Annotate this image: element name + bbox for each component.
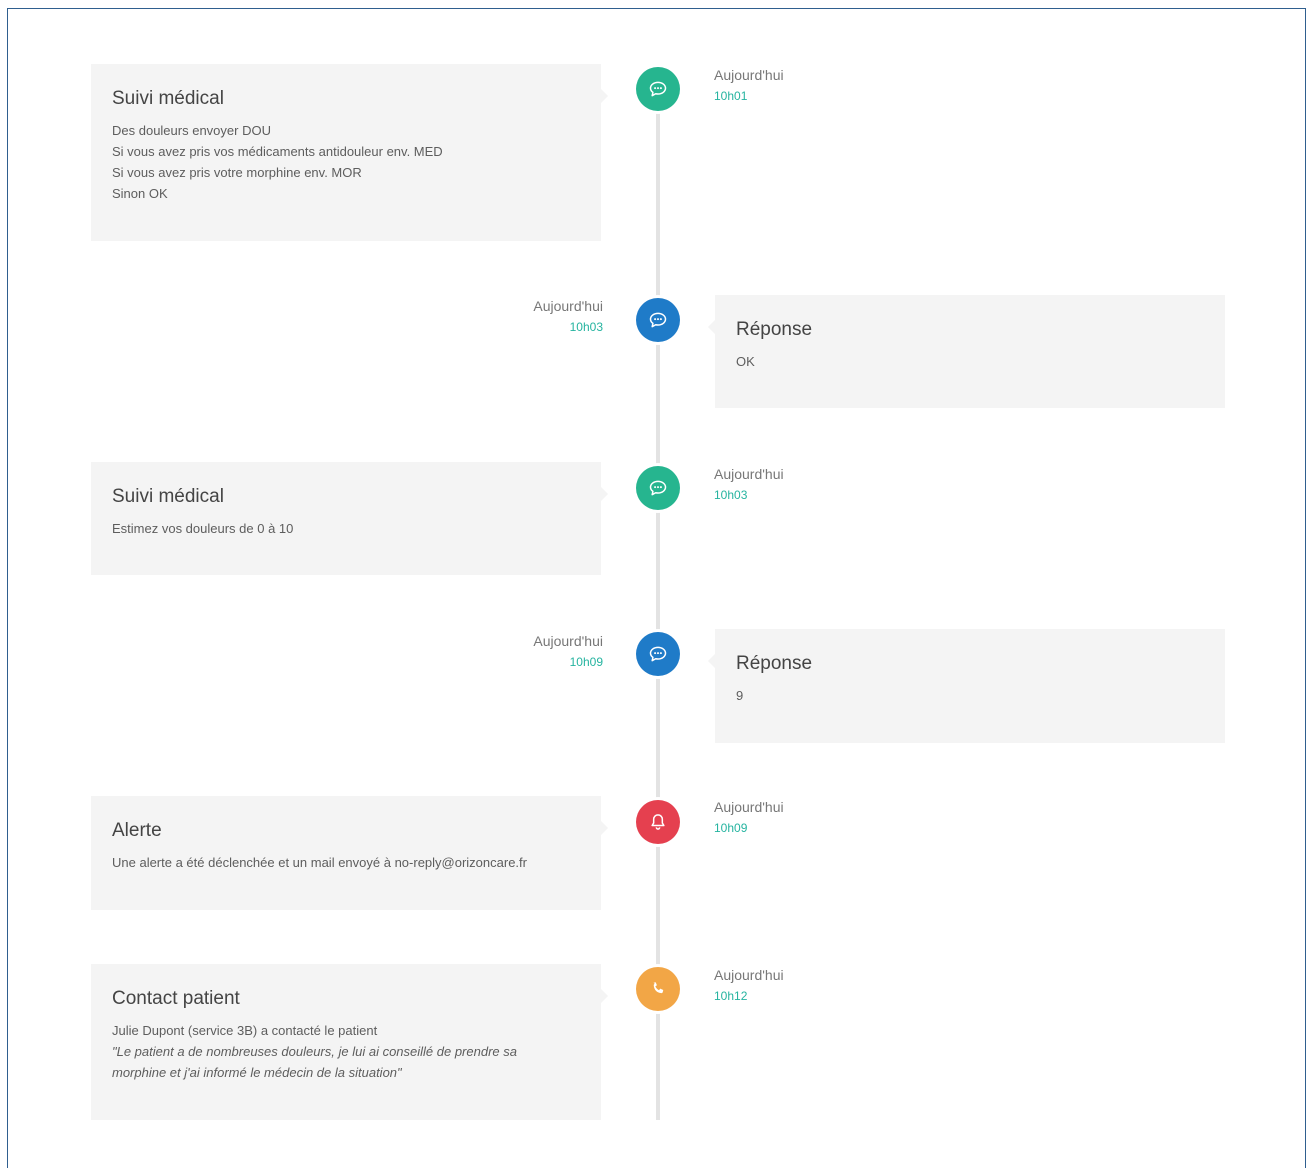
- event-hour: 10h12: [714, 989, 748, 1003]
- event-title: Suivi médical: [112, 486, 224, 507]
- event-timestamp: Aujourd'hui 10h09: [480, 631, 603, 673]
- event-line: Julie Dupont (service 3B) a contacté le …: [112, 1023, 378, 1038]
- event-line: 9: [736, 688, 744, 703]
- event-line: Si vous avez pris vos médicaments antido…: [112, 144, 443, 159]
- event-line: Estimez vos douleurs de 0 à 10: [112, 521, 294, 536]
- event-timestamp: Aujourd'hui 10h09: [714, 797, 784, 839]
- event-card[interactable]: Suivi médical Estimez vos douleurs de 0 …: [91, 462, 608, 575]
- event-card[interactable]: Réponse 9: [708, 629, 1225, 743]
- event-hour: 10h09: [714, 821, 748, 835]
- event-timestamp: Aujourd'hui 10h03: [480, 296, 603, 338]
- phone-icon: [636, 967, 680, 1011]
- event-card[interactable]: Suivi médical Des douleurs envoyer DOU S…: [91, 64, 608, 241]
- event-title: Alerte: [112, 820, 162, 841]
- event-card[interactable]: Réponse OK: [708, 295, 1225, 408]
- event-hour: 10h03: [714, 488, 748, 502]
- event-hour: 10h03: [569, 320, 603, 334]
- event-title: Suivi médical: [112, 88, 224, 109]
- event-line: OK: [736, 354, 755, 369]
- bell-icon: [636, 800, 680, 844]
- event-day: Aujourd'hui: [714, 466, 784, 482]
- event-title: Réponse: [736, 319, 813, 340]
- event-line: Si vous avez pris votre morphine env. MO…: [112, 165, 362, 180]
- event-card[interactable]: Contact patient Julie Dupont (service 3B…: [91, 964, 608, 1120]
- chat-bubble-icon: [636, 67, 680, 111]
- event-line: "Le patient a de nombreuses douleurs, je…: [112, 1044, 517, 1059]
- event-hour: 10h01: [714, 89, 748, 103]
- event-line: morphine et j'ai informé le médecin de l…: [112, 1065, 402, 1080]
- chat-bubble-icon: [636, 632, 680, 676]
- event-title: Réponse: [736, 653, 813, 674]
- event-timestamp: Aujourd'hui 10h12: [714, 965, 784, 1007]
- event-title: Contact patient: [112, 988, 240, 1009]
- chat-bubble-icon: [636, 298, 680, 342]
- event-day: Aujourd'hui: [714, 67, 784, 83]
- event-day: Aujourd'hui: [533, 633, 603, 649]
- event-line: Des douleurs envoyer DOU: [112, 123, 271, 138]
- event-day: Aujourd'hui: [714, 799, 784, 815]
- event-timestamp: Aujourd'hui 10h03: [714, 464, 784, 506]
- event-hour: 10h09: [569, 655, 603, 669]
- chat-bubble-icon: [636, 466, 680, 510]
- event-timestamp: Aujourd'hui 10h01: [714, 65, 784, 107]
- event-day: Aujourd'hui: [714, 967, 784, 983]
- event-line: Sinon OK: [112, 186, 168, 201]
- event-line: Une alerte a été déclenchée et un mail e…: [112, 855, 527, 870]
- event-card[interactable]: Alerte Une alerte a été déclenchée et un…: [91, 796, 608, 910]
- event-day: Aujourd'hui: [533, 298, 603, 314]
